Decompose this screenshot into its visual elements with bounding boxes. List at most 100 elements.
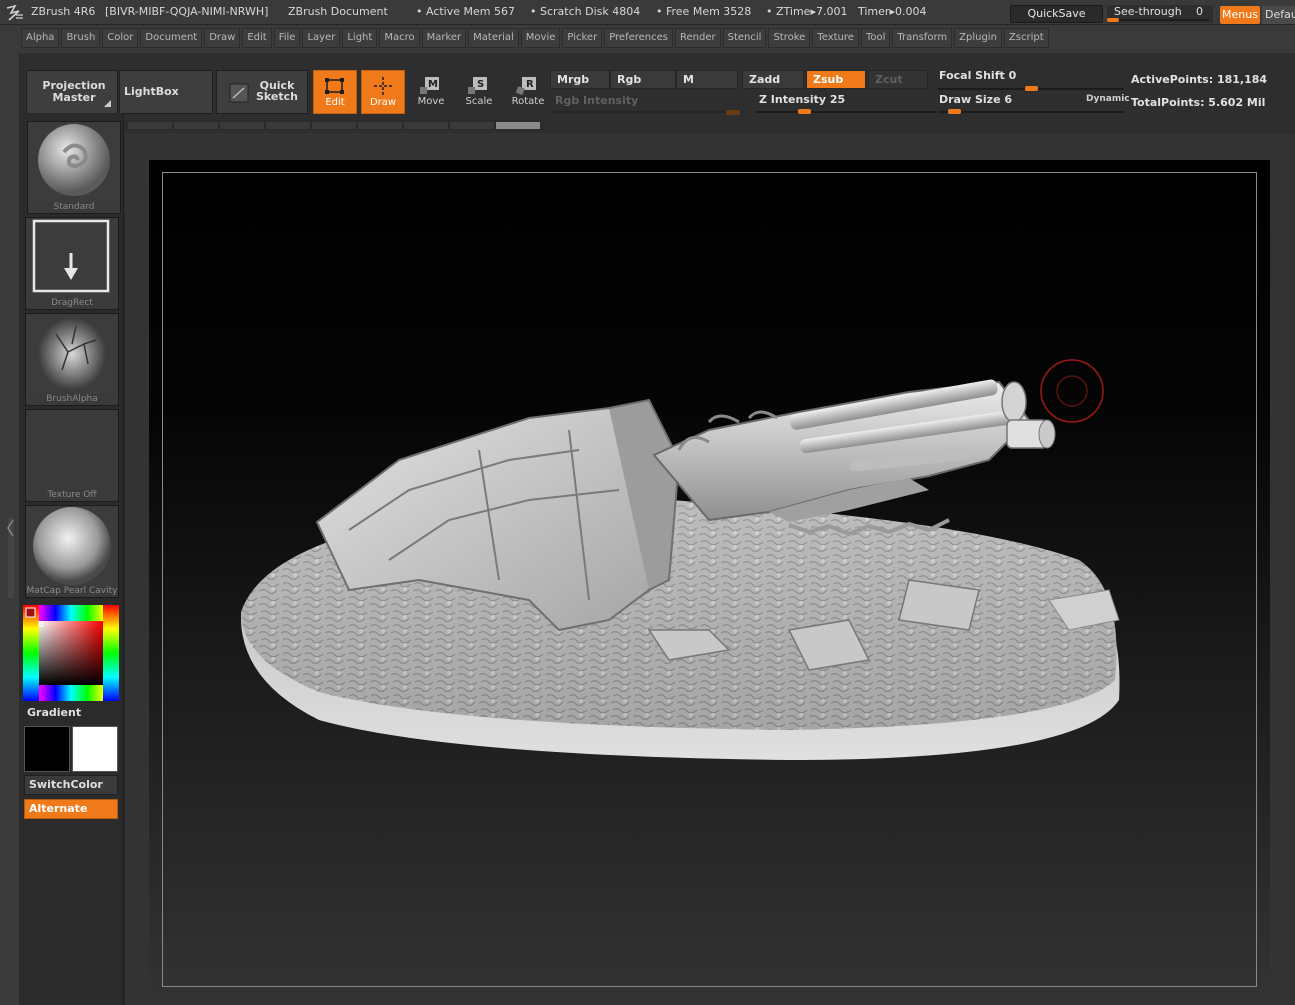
stroke-caption: DragRect <box>51 298 93 308</box>
menu-edit[interactable]: Edit <box>242 28 272 48</box>
menu-material[interactable]: Material <box>468 28 519 48</box>
stroke-selector[interactable]: DragRect <box>25 217 119 310</box>
tray-arrow-icon[interactable] <box>7 518 15 538</box>
active-points: ActivePoints: 181,184 <box>1131 73 1268 86</box>
brush-selector[interactable]: Standard <box>27 121 121 214</box>
menu-alpha[interactable]: Alpha <box>21 28 60 48</box>
projection-master-label: Projection Master <box>42 79 106 104</box>
z-intensity-label: Z Intensity 25 <box>759 93 846 106</box>
switchcolor-button[interactable]: SwitchColor <box>24 775 118 795</box>
doc-slot[interactable] <box>312 122 356 129</box>
menu-light[interactable]: Light <box>342 28 378 48</box>
quicksave-button[interactable]: QuickSave <box>1010 5 1103 23</box>
lightbox-label: LightBox <box>124 85 179 98</box>
total-points: TotalPoints: 5.602 Mil <box>1131 96 1266 109</box>
doc-slot[interactable] <box>220 122 264 129</box>
zbrush-logo-icon[interactable] <box>5 4 25 22</box>
menu-movie[interactable]: Movie <box>520 28 561 48</box>
menu-marker[interactable]: Marker <box>421 28 467 48</box>
doc-slot[interactable] <box>358 122 402 129</box>
secondary-color-swatch[interactable] <box>72 726 118 772</box>
document-name: ZBrush Document <box>288 5 388 18</box>
material-selector[interactable]: MatCap Pearl Cavity <box>25 505 119 598</box>
menus-toggle-button[interactable]: Menus <box>1220 6 1260 24</box>
zsub-button[interactable]: Zsub <box>806 70 866 89</box>
menu-zscript[interactable]: Zscript <box>1003 28 1049 48</box>
menu-stroke[interactable]: Stroke <box>768 28 811 48</box>
rgb-button[interactable]: Rgb <box>610 70 676 89</box>
scale-mode-button[interactable]: S Scale <box>457 70 501 114</box>
menu-draw[interactable]: Draw <box>204 28 241 48</box>
edit-mode-button[interactable]: Edit <box>313 70 357 114</box>
edit-label: Edit <box>325 97 345 108</box>
doc-slot[interactable] <box>128 122 172 129</box>
see-through-knob[interactable] <box>1107 18 1119 22</box>
color-picker-wheel[interactable] <box>23 605 119 701</box>
m-button[interactable]: M <box>676 70 738 89</box>
menu-brush[interactable]: Brush <box>61 28 101 48</box>
canvas-area <box>125 133 1295 1005</box>
menu-tool[interactable]: Tool <box>860 28 891 48</box>
zcut-button[interactable]: Zcut <box>868 70 928 89</box>
rotate-mode-button[interactable]: R Rotate <box>506 70 550 114</box>
svg-text:S: S <box>477 79 484 90</box>
menu-document[interactable]: Document <box>140 28 203 48</box>
doc-slot[interactable] <box>450 122 494 129</box>
draw-size-knob[interactable] <box>948 109 962 114</box>
menu-layer[interactable]: Layer <box>302 28 341 48</box>
mrgb-button[interactable]: Mrgb <box>550 70 610 89</box>
doc-slot[interactable] <box>404 122 448 129</box>
menu-macro[interactable]: Macro <box>379 28 420 48</box>
menu-file[interactable]: File <box>273 28 301 48</box>
quick-sketch-icon <box>229 83 249 103</box>
menu-preferences[interactable]: Preferences <box>604 28 674 48</box>
quick-sketch-button[interactable]: Quick Sketch <box>216 70 308 114</box>
doc-slot[interactable] <box>174 122 218 129</box>
alpha-caption: BrushAlpha <box>46 394 98 404</box>
color-picker[interactable] <box>23 605 119 701</box>
projection-master-button[interactable]: Projection Master <box>26 70 118 114</box>
edit-icon <box>325 78 344 94</box>
see-through-slider[interactable]: See-through 0 <box>1107 5 1213 23</box>
ztime: • ZTime▸7.001 <box>766 5 848 18</box>
document-canvas[interactable] <box>149 160 1270 998</box>
menu-color[interactable]: Color <box>102 28 139 48</box>
draw-mode-button[interactable]: Draw <box>361 70 405 114</box>
doc-slot-active[interactable] <box>496 122 540 129</box>
rgb-intensity-slider[interactable] <box>552 111 742 113</box>
corner-arrow-icon <box>104 100 111 107</box>
menu-render[interactable]: Render <box>675 28 721 48</box>
alpha-selector[interactable]: BrushAlpha <box>25 313 119 406</box>
texture-selector[interactable]: Texture Off <box>25 409 119 502</box>
move-label: Move <box>417 96 445 107</box>
active-mem: • Active Mem 567 <box>416 5 515 18</box>
svg-text:R: R <box>526 79 534 90</box>
z-intensity-knob[interactable] <box>797 109 811 114</box>
svg-text:M: M <box>428 79 438 90</box>
menu-bar: Alpha Brush Color Document Draw Edit File Layer… <box>0 25 1295 53</box>
menu-items: Alpha Brush Color Document Draw Edit File Layer… <box>21 28 1049 48</box>
brush-caption: Standard <box>53 202 95 212</box>
focal-shift-knob[interactable] <box>1024 86 1038 91</box>
matcap-sphere-icon <box>26 506 118 586</box>
menu-transform[interactable]: Transform <box>892 28 953 48</box>
doc-slot[interactable] <box>266 122 310 129</box>
main-color-swatch[interactable] <box>24 726 70 772</box>
dynamic-toggle[interactable]: Dynamic <box>1086 94 1130 104</box>
z-intensity-slider[interactable] <box>756 111 936 113</box>
see-through-track[interactable] <box>1109 19 1209 21</box>
move-mode-button[interactable]: M Move <box>409 70 453 114</box>
alternate-button[interactable]: Alternate <box>24 799 118 819</box>
rgb-intensity-knob[interactable] <box>726 110 740 115</box>
menu-zplugin[interactable]: Zplugin <box>954 28 1002 48</box>
default-zscript-button[interactable]: DefaultZScript <box>1262 6 1295 24</box>
menu-stencil[interactable]: Stencil <box>722 28 767 48</box>
zadd-button[interactable]: Zadd <box>742 70 804 89</box>
left-tray-edge[interactable] <box>0 53 20 1005</box>
lightbox-button[interactable]: LightBox <box>119 70 213 114</box>
menu-texture[interactable]: Texture <box>812 28 859 48</box>
rotate-label: Rotate <box>511 96 545 107</box>
menu-picker[interactable]: Picker <box>562 28 603 48</box>
draw-label: Draw <box>369 97 397 108</box>
draw-size-slider[interactable] <box>938 111 1124 113</box>
